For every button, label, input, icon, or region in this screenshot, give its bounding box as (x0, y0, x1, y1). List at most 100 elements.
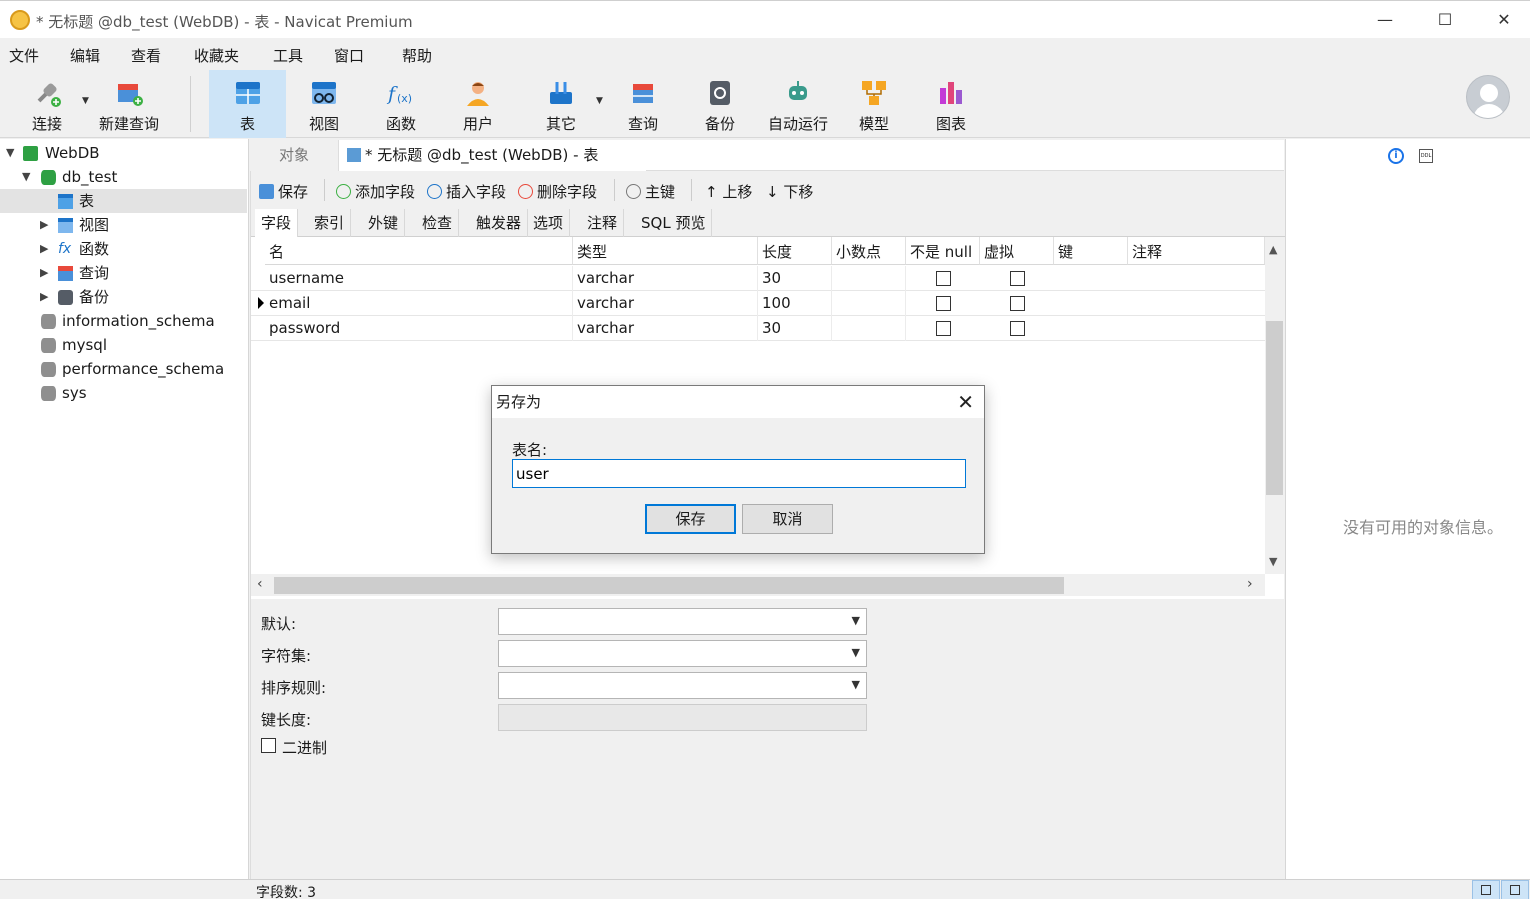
menu-help[interactable]: 帮助 (402, 45, 432, 66)
close-window-button[interactable]: ✕ (1484, 7, 1524, 33)
column-header-type[interactable]: 类型 (573, 237, 758, 265)
scroll-up-icon[interactable]: ▲ (1269, 243, 1277, 256)
tree-database-performance-schema[interactable]: performance_schema (0, 357, 247, 381)
tab-indexes[interactable]: 索引 (308, 209, 352, 237)
tree-item-views[interactable]: ▶ 视图 (0, 213, 247, 237)
menu-window[interactable]: 窗口 (334, 45, 364, 66)
add-field-button[interactable]: 添加字段 (336, 181, 415, 202)
table-row[interactable]: username varchar 30 (251, 266, 1265, 291)
chevron-right-icon[interactable]: ▶ (40, 237, 48, 261)
vertical-scrollbar[interactable]: ▲ ▼ (1265, 237, 1284, 574)
field-decimals-cell[interactable] (832, 291, 906, 316)
field-name-cell[interactable]: email (265, 291, 573, 316)
column-header-comment[interactable]: 注释 (1128, 237, 1265, 265)
tab-table-designer[interactable]: * 无标题 @db_test (WebDB) - 表 (338, 140, 646, 171)
chart-button[interactable]: 图表 (920, 70, 982, 138)
tab-comments[interactable]: 注释 (581, 209, 625, 237)
chevron-right-icon[interactable]: ▶ (40, 213, 48, 237)
menu-tools[interactable]: 工具 (273, 45, 303, 66)
scroll-thumb[interactable] (1266, 321, 1283, 495)
default-select[interactable]: ▼ (498, 608, 867, 635)
connect-button[interactable]: ▼ 连接 (18, 70, 89, 138)
other-button[interactable]: ▼ 其它 (530, 70, 603, 138)
tree-connection-webdb[interactable]: ▼ WebDB (0, 141, 247, 165)
field-length-cell[interactable]: 100 (758, 291, 832, 316)
scroll-right-icon[interactable]: › (1247, 576, 1253, 592)
column-header-decimals[interactable]: 小数点 (832, 237, 906, 265)
layout-right-button[interactable] (1501, 880, 1529, 899)
tab-objects[interactable]: 对象 (250, 140, 338, 171)
chevron-down-icon[interactable]: ▼ (22, 165, 30, 189)
model-button[interactable]: 模型 (844, 70, 904, 138)
field-type-cell[interactable]: varchar (573, 291, 758, 316)
field-length-cell[interactable]: 30 (758, 316, 832, 341)
chevron-down-icon[interactable]: ▼ (82, 96, 89, 106)
field-length-cell[interactable]: 30 (758, 266, 832, 291)
tab-checks[interactable]: 检查 (416, 209, 460, 237)
scroll-thumb[interactable] (274, 577, 1064, 594)
not-null-checkbox[interactable] (936, 296, 951, 311)
tree-item-functions[interactable]: ▶ fx 函数 (0, 237, 247, 261)
info-icon[interactable]: i (1388, 148, 1404, 164)
scroll-left-icon[interactable]: ‹ (257, 576, 263, 592)
layout-left-button[interactable] (1472, 880, 1500, 899)
not-null-checkbox[interactable] (936, 271, 951, 286)
field-decimals-cell[interactable] (832, 316, 906, 341)
query-button[interactable]: 查询 (612, 70, 674, 138)
tree-database-mysql[interactable]: mysql (0, 333, 247, 357)
column-header-length[interactable]: 长度 (758, 237, 832, 265)
tree-database-db-test[interactable]: ▼ db_test (0, 165, 247, 189)
maximize-button[interactable]: ☐ (1425, 7, 1465, 33)
field-name-cell[interactable]: password (265, 316, 573, 341)
tab-triggers[interactable]: 触发器 (470, 209, 529, 237)
function-button[interactable]: f (x) 函数 (370, 70, 432, 138)
dialog-cancel-button[interactable]: 取消 (742, 504, 833, 534)
charset-select[interactable]: ▼ (498, 640, 867, 667)
tree-item-backups[interactable]: ▶ 备份 (0, 285, 247, 309)
automation-button[interactable]: 自动运行 (764, 70, 832, 138)
move-down-button[interactable]: ↓ 下移 (766, 181, 813, 202)
menu-edit[interactable]: 编辑 (70, 45, 100, 66)
horizontal-scrollbar[interactable]: ‹ › (251, 574, 1265, 596)
binary-checkbox[interactable] (261, 738, 276, 753)
ddl-icon[interactable]: DDL (1419, 149, 1433, 163)
table-row[interactable]: email varchar 100 (251, 291, 1265, 316)
view-button[interactable]: 视图 (290, 70, 358, 138)
tree-database-information-schema[interactable]: information_schema (0, 309, 247, 333)
tree-item-tables[interactable]: 表 (0, 189, 247, 213)
field-decimals-cell[interactable] (832, 266, 906, 291)
chevron-down-icon[interactable]: ▼ (596, 96, 603, 106)
virtual-checkbox[interactable] (1010, 271, 1025, 286)
tab-options[interactable]: 选项 (527, 209, 571, 237)
table-button[interactable]: 表 (209, 70, 286, 138)
insert-field-button[interactable]: 插入字段 (427, 181, 506, 202)
close-icon[interactable]: ✕ (957, 388, 974, 416)
column-header-key[interactable]: 键 (1054, 237, 1128, 265)
table-name-input[interactable] (512, 459, 966, 488)
tab-foreign-keys[interactable]: 外键 (362, 209, 406, 237)
user-avatar[interactable] (1466, 75, 1510, 119)
tab-sql-preview[interactable]: SQL 预览 (635, 209, 713, 237)
collation-select[interactable]: ▼ (498, 672, 867, 699)
column-header-virtual[interactable]: 虚拟 (980, 237, 1054, 265)
tab-fields[interactable]: 字段 (255, 209, 299, 237)
not-null-checkbox[interactable] (936, 321, 951, 336)
backup-button[interactable]: 备份 (690, 70, 750, 138)
column-header-not-null[interactable]: 不是 null (906, 237, 980, 265)
scroll-down-icon[interactable]: ▼ (1269, 555, 1277, 568)
delete-field-button[interactable]: 删除字段 (518, 181, 597, 202)
column-header-name[interactable]: 名 (265, 237, 573, 265)
field-type-cell[interactable]: varchar (573, 266, 758, 291)
tree-database-sys[interactable]: sys (0, 381, 247, 405)
menu-view[interactable]: 查看 (131, 45, 161, 66)
table-row[interactable]: password varchar 30 (251, 316, 1265, 341)
minimize-button[interactable]: — (1365, 7, 1405, 33)
virtual-checkbox[interactable] (1010, 296, 1025, 311)
tree-item-queries[interactable]: ▶ 查询 (0, 261, 247, 285)
save-button[interactable]: 保存 (259, 181, 308, 202)
user-button[interactable]: 用户 (448, 70, 508, 138)
field-name-cell[interactable]: username (265, 266, 573, 291)
chevron-right-icon[interactable]: ▶ (40, 285, 48, 309)
primary-key-button[interactable]: 主键 (626, 181, 675, 202)
move-up-button[interactable]: ↑ 上移 (705, 181, 752, 202)
